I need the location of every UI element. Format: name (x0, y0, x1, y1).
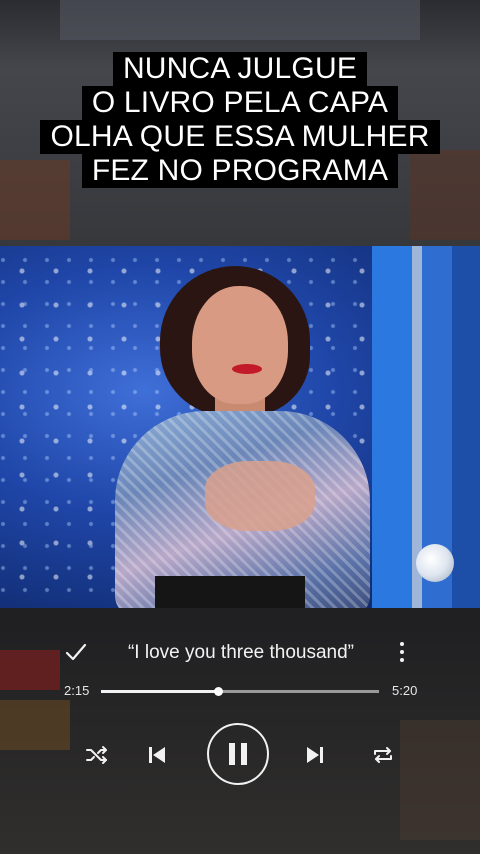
presenter-belt (155, 576, 305, 608)
elapsed-time: 2:15 (64, 683, 90, 698)
more-dot (400, 642, 404, 646)
total-time: 5:20 (392, 683, 418, 698)
song-title: “I love you three thousand” (127, 642, 355, 663)
stage-panel (372, 246, 412, 608)
check-icon[interactable] (62, 638, 90, 666)
presenter-lips (232, 364, 262, 374)
caption-line-1: NUNCA JULGUE (112, 52, 368, 86)
more-dot (400, 650, 404, 654)
stage-panel (452, 246, 480, 608)
more-vertical-icon[interactable] (392, 638, 412, 666)
caption-line-4: FEZ NO PROGRAMA (81, 154, 399, 188)
video-caption: NUNCA JULGUE O LIVRO PELA CAPA OLHA QUE … (0, 52, 480, 188)
video-frame[interactable] (0, 246, 480, 608)
repeat-icon[interactable] (370, 742, 396, 768)
pause-icon (229, 743, 247, 765)
more-dot (400, 658, 404, 662)
pause-button[interactable] (207, 723, 269, 785)
channel-logo-icon (416, 544, 454, 582)
shuffle-icon[interactable] (84, 742, 110, 768)
presenter-hands (205, 461, 315, 531)
progress-fill (101, 690, 219, 693)
progress-slider[interactable] (101, 687, 379, 696)
presenter-face (192, 286, 288, 404)
caption-line-3: OLHA QUE ESSA MULHER (40, 120, 440, 154)
caption-line-2: O LIVRO PELA CAPA (81, 86, 399, 120)
skip-previous-icon[interactable] (144, 742, 170, 768)
skip-next-icon[interactable] (302, 742, 328, 768)
bg-shape (60, 0, 420, 40)
